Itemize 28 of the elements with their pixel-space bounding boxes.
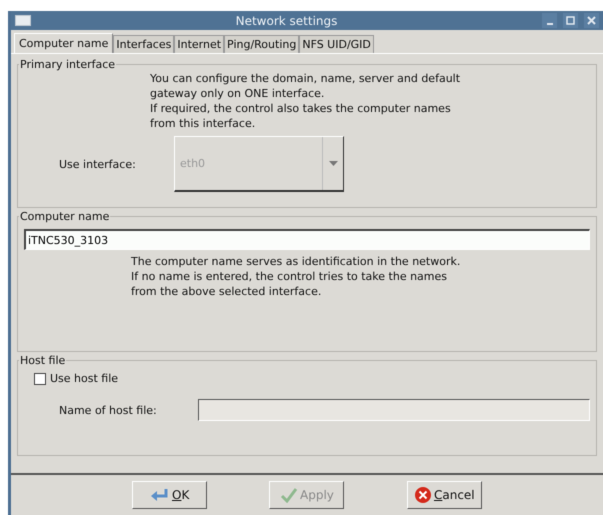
minimize-icon — [546, 22, 552, 24]
enter-arrow-icon — [150, 487, 170, 503]
tab[interactable]: Internet — [174, 35, 224, 53]
tab[interactable]: NFS UID/GID — [299, 35, 374, 53]
minimize-button[interactable] — [542, 13, 557, 28]
field-label: Name of host file: — [58, 404, 158, 416]
window-title: Network settings — [234, 14, 338, 28]
group-title: Primary interface — [19, 58, 116, 71]
dropdown-arrow-icon — [328, 161, 338, 166]
cancel-icon — [414, 486, 432, 504]
field-label: Use interface: — [58, 158, 137, 170]
close-icon — [587, 16, 596, 25]
description-text: The computer name serves as identification in the network. If no name is entered, the control tries to take the names from the above selected interface. — [131, 254, 462, 299]
description-text: You can configure the domain, name, server and default gateway only on ONE interface. If required, the control also takes the computer names from this interface. — [150, 71, 462, 131]
group-title: Computer name — [19, 210, 110, 223]
checkmark-icon — [280, 487, 298, 503]
ok-button[interactable]: OK — [132, 481, 208, 509]
window-icon — [15, 15, 31, 26]
tab[interactable]: Interfaces — [113, 35, 174, 53]
use-host-file-checkbox[interactable]: Use host file — [34, 372, 590, 385]
maximize-button[interactable] — [563, 13, 578, 28]
computer-name-field[interactable]: iTNC530_3103 — [24, 229, 590, 250]
group-title: Host file — [19, 354, 66, 367]
cancel-button[interactable]: Cancel — [406, 481, 482, 509]
maximize-icon — [566, 16, 575, 25]
close-button[interactable] — [584, 13, 599, 28]
tab[interactable]: Computer name — [14, 33, 114, 53]
tab[interactable]: Ping/Routing — [224, 35, 300, 53]
